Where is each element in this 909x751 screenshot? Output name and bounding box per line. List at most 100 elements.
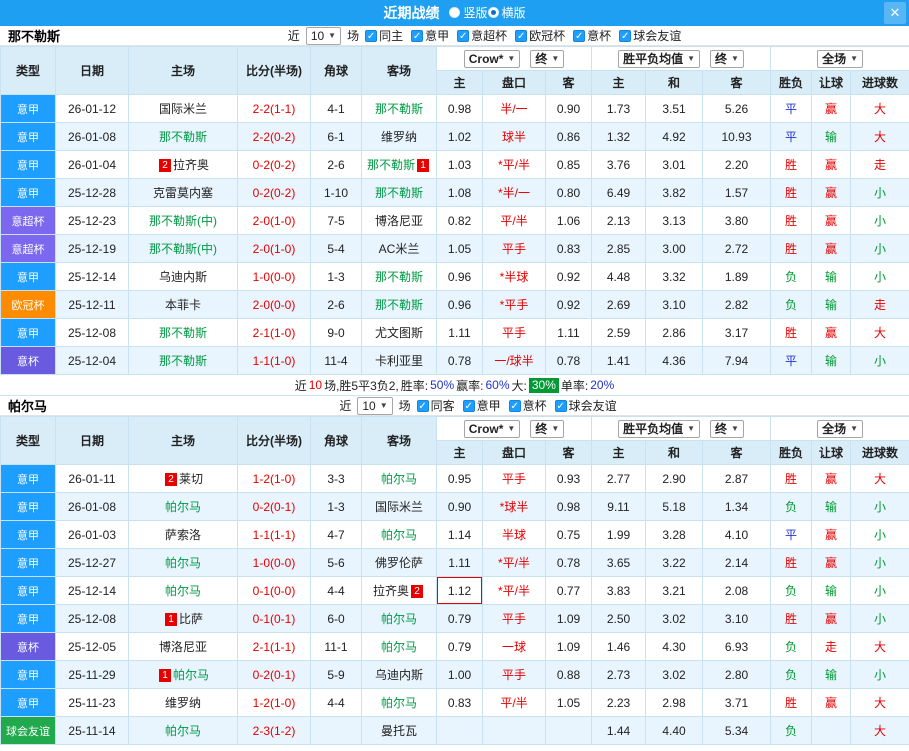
team-name[interactable]: 帕尔马: [381, 640, 417, 654]
filter-checkbox[interactable]: ✓ 意杯: [508, 397, 547, 414]
radio-icon[interactable]: [449, 6, 461, 18]
asia-odds-filters: Crow* ▼ 终 ▼: [436, 46, 592, 71]
team-name[interactable]: 那不勒斯: [375, 298, 423, 312]
team-name[interactable]: 帕尔马: [165, 556, 201, 570]
table-row: 意甲 26-01-11 2 莱切 1-2(1-0) 3-3 帕尔马 0.95 平手…: [0, 464, 909, 493]
match-date-cell: 25-12-08: [55, 604, 129, 633]
match-date-cell: 26-01-11: [55, 464, 129, 493]
bookmaker-select[interactable]: Crow* ▼: [463, 419, 521, 438]
games-count-select[interactable]: 10 ▼: [305, 26, 342, 45]
scope-select[interactable]: 全场 ▼: [817, 419, 863, 438]
match-type-cell: 意超杯: [0, 206, 56, 235]
filter-checkbox[interactable]: ✓ 同客: [416, 397, 455, 414]
wdl-average-select[interactable]: 胜平负均值 ▼: [618, 419, 701, 438]
filter-checkbox[interactable]: ✓ 欧冠杯: [515, 27, 565, 44]
filter-checkbox[interactable]: ✓ 球会友谊: [554, 397, 617, 414]
team-name[interactable]: 帕尔马: [381, 612, 417, 626]
team-name[interactable]: 帕尔马: [173, 668, 209, 682]
match-date-cell: 25-12-28: [55, 178, 129, 207]
europe-away-odds-cell: 4.10: [701, 520, 772, 549]
filter-checkbox-label: 意杯: [587, 29, 612, 43]
games-count-select[interactable]: 10 ▼: [357, 396, 393, 415]
asia-handicap-cell: 半/一: [482, 94, 546, 123]
team-name[interactable]: 帕尔马: [381, 696, 417, 710]
team-name[interactable]: 那不勒斯: [159, 130, 207, 144]
team-name[interactable]: 拉齐奥: [373, 584, 409, 598]
checkbox-icon[interactable]: ✓: [365, 29, 378, 42]
team-name[interactable]: 本菲卡: [165, 298, 201, 312]
checkbox-icon[interactable]: ✓: [508, 399, 521, 412]
team-name[interactable]: 那不勒斯: [375, 102, 423, 116]
radio-icon[interactable]: [487, 6, 499, 18]
filter-checkbox[interactable]: ✓ 意甲: [462, 397, 501, 414]
close-icon[interactable]: ✕: [884, 2, 906, 24]
layout-radio-selected[interactable]: 横版: [487, 4, 526, 21]
team-name[interactable]: 拉齐奥: [173, 158, 209, 172]
team-name[interactable]: 曼托瓦: [381, 724, 417, 738]
away-team-cell: 拉齐奥 2: [361, 576, 437, 605]
team-name[interactable]: 那不勒斯: [375, 270, 423, 284]
team-name[interactable]: 佛罗伦萨: [375, 556, 423, 570]
filter-checkbox[interactable]: ✓ 同主: [365, 27, 403, 44]
team-name[interactable]: 那不勒斯(中): [149, 214, 217, 228]
team-name[interactable]: 维罗纳: [165, 696, 201, 710]
asia-home-odds-cell: 1.11: [436, 318, 483, 347]
away-team-cell: 佛罗伦萨: [361, 548, 437, 577]
team-name[interactable]: 帕尔马: [381, 472, 417, 486]
team-name[interactable]: 国际米兰: [375, 500, 423, 514]
checkbox-icon[interactable]: ✓: [554, 399, 567, 412]
filter-checkbox[interactable]: ✓ 意甲: [411, 27, 449, 44]
filter-checkbox[interactable]: ✓ 意杯: [573, 27, 611, 44]
asia-final-select[interactable]: 终 ▼: [530, 49, 565, 68]
checkbox-icon[interactable]: ✓: [515, 29, 528, 42]
goals-result-cell: 小: [850, 346, 909, 375]
team-name[interactable]: 帕尔马: [165, 584, 201, 598]
team-name[interactable]: 莱切: [179, 472, 203, 486]
asia-home-odds-cell: 1.00: [436, 660, 483, 689]
bookmaker-select[interactable]: Crow* ▼: [463, 49, 521, 68]
layout-radio-option[interactable]: 竖版: [449, 4, 488, 21]
europe-final-select[interactable]: 终 ▼: [710, 419, 744, 438]
team-name[interactable]: 卡利亚里: [375, 354, 423, 368]
scope-select[interactable]: 全场 ▼: [817, 49, 863, 68]
checkbox-icon[interactable]: ✓: [462, 399, 475, 412]
team-name[interactable]: 维罗纳: [381, 130, 417, 144]
team-name[interactable]: 尤文图斯: [375, 326, 423, 340]
checkbox-icon[interactable]: ✓: [573, 29, 586, 42]
wdl-average-select[interactable]: 胜平负均值 ▼: [618, 49, 701, 68]
team-name[interactable]: AC米兰: [379, 242, 420, 256]
match-date-cell: 26-01-08: [55, 122, 129, 151]
team-name[interactable]: 萨索洛: [165, 528, 201, 542]
team-name[interactable]: 帕尔马: [381, 528, 417, 542]
europe-final-select[interactable]: 终 ▼: [710, 49, 744, 68]
team-name[interactable]: 那不勒斯: [159, 354, 207, 368]
team-name[interactable]: 那不勒斯: [367, 158, 415, 172]
europe-draw-odds-cell: 3.02: [645, 604, 703, 633]
europe-draw-odds-cell: 3.10: [645, 290, 703, 319]
filter-checkbox[interactable]: ✓ 球会友谊: [619, 27, 681, 44]
europe-away-odds-cell: 3.17: [701, 318, 772, 347]
team-name[interactable]: 比萨: [179, 612, 203, 626]
checkbox-icon[interactable]: ✓: [416, 399, 429, 412]
team-name[interactable]: 那不勒斯: [375, 186, 423, 200]
team-name[interactable]: 国际米兰: [159, 102, 207, 116]
team-name[interactable]: 那不勒斯: [159, 326, 207, 340]
filter-checkbox[interactable]: ✓ 意超杯: [457, 27, 507, 44]
team-name[interactable]: 帕尔马: [165, 500, 201, 514]
asia-final-select[interactable]: 终 ▼: [530, 419, 565, 438]
team-name[interactable]: 博洛尼亚: [159, 640, 207, 654]
team-name[interactable]: 乌迪内斯: [159, 270, 207, 284]
checkbox-icon[interactable]: ✓: [619, 29, 632, 42]
asia-handicap-cell: [482, 716, 546, 745]
team-name[interactable]: 帕尔马: [165, 724, 201, 738]
team-name[interactable]: 那不勒斯(中): [149, 242, 217, 256]
team-name[interactable]: 克雷莫内塞: [153, 186, 213, 200]
team-name[interactable]: 乌迪内斯: [375, 668, 423, 682]
result-cell: 负: [770, 492, 813, 521]
checkbox-icon[interactable]: ✓: [411, 29, 424, 42]
team-name[interactable]: 博洛尼亚: [375, 214, 423, 228]
goals-result-cell: 小: [850, 604, 909, 633]
result-filters: 全场 ▼: [770, 416, 909, 441]
table-row: 意甲 26-01-04 2 拉齐奥 0-2(0-2) 2-6 那不勒斯 1 1.03…: [0, 150, 909, 179]
checkbox-icon[interactable]: ✓: [457, 29, 470, 42]
